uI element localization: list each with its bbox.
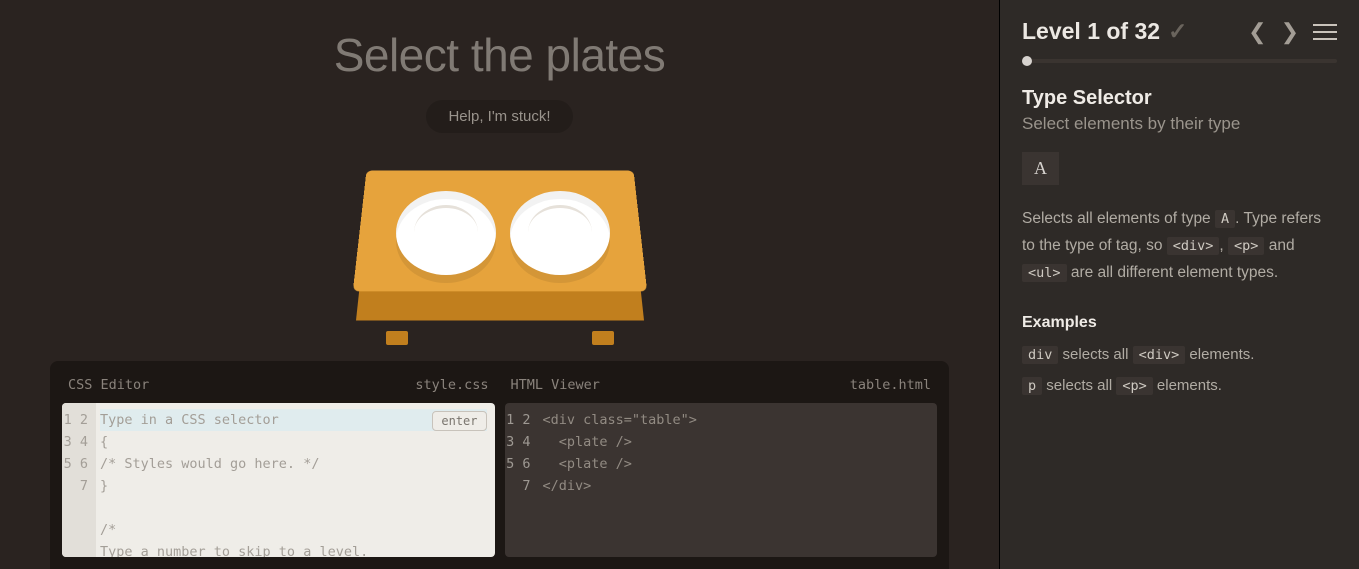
code-token: <div>	[1167, 237, 1220, 255]
code-token: <p>	[1228, 237, 1264, 255]
level-progress	[1022, 59, 1337, 63]
css-line-gutter: 1 2 3 4 5 6 7	[62, 403, 96, 557]
selector-subtitle: Select elements by their type	[1022, 114, 1337, 134]
css-editor-title: CSS Editor	[68, 377, 149, 393]
enter-button[interactable]: enter	[432, 411, 486, 431]
html-filename: table.html	[850, 377, 931, 393]
html-viewer-title: HTML Viewer	[511, 377, 600, 393]
check-icon: ✓	[1168, 18, 1187, 45]
game-table	[350, 163, 650, 343]
prev-level-button[interactable]: ❮	[1248, 19, 1266, 45]
examples-heading: Examples	[1022, 314, 1337, 332]
level-label: Level 1 of 32	[1022, 18, 1160, 45]
html-line-gutter: 1 2 3 4 5 6 7	[505, 403, 539, 557]
code-token: <div>	[1133, 346, 1186, 364]
plate[interactable]	[510, 191, 610, 275]
help-button[interactable]: Help, I'm stuck!	[426, 100, 572, 133]
sidebar: Level 1 of 32 ✓ ❮ ❯ Type Selector Select…	[999, 0, 1359, 569]
code-token: p	[1022, 377, 1042, 395]
help-text: Selects all elements of type A. Type ref…	[1022, 205, 1337, 286]
table-leg	[592, 331, 614, 345]
example-line: p selects all <p> elements.	[1022, 377, 1337, 394]
main-panel: Select the plates Help, I'm stuck! CSS E…	[0, 0, 999, 569]
css-editor-pane: CSS Editor style.css 1 2 3 4 5 6 7 Type …	[62, 373, 495, 557]
table-leg	[386, 331, 408, 345]
menu-icon[interactable]	[1313, 24, 1337, 40]
instruction-title: Select the plates	[334, 28, 666, 82]
html-code-area: <div class="table"> <plate /> <plate /> …	[539, 403, 938, 557]
code-token: <ul>	[1022, 264, 1067, 282]
code-token: <p>	[1116, 377, 1152, 395]
progress-marker	[1022, 56, 1032, 66]
example-line: div selects all <div> elements.	[1022, 346, 1337, 363]
editor-container: CSS Editor style.css 1 2 3 4 5 6 7 Type …	[50, 361, 949, 569]
css-input-line[interactable]: Type in a CSS selector	[100, 409, 487, 431]
selector-title: Type Selector	[1022, 87, 1337, 110]
code-token: div	[1022, 346, 1058, 364]
html-viewer-pane: HTML Viewer table.html 1 2 3 4 5 6 7 <di…	[505, 373, 938, 557]
next-level-button[interactable]: ❯	[1281, 19, 1299, 45]
css-filename: style.css	[415, 377, 488, 393]
plate[interactable]	[396, 191, 496, 275]
syntax-badge: A	[1022, 152, 1059, 185]
code-token: A	[1215, 210, 1235, 228]
